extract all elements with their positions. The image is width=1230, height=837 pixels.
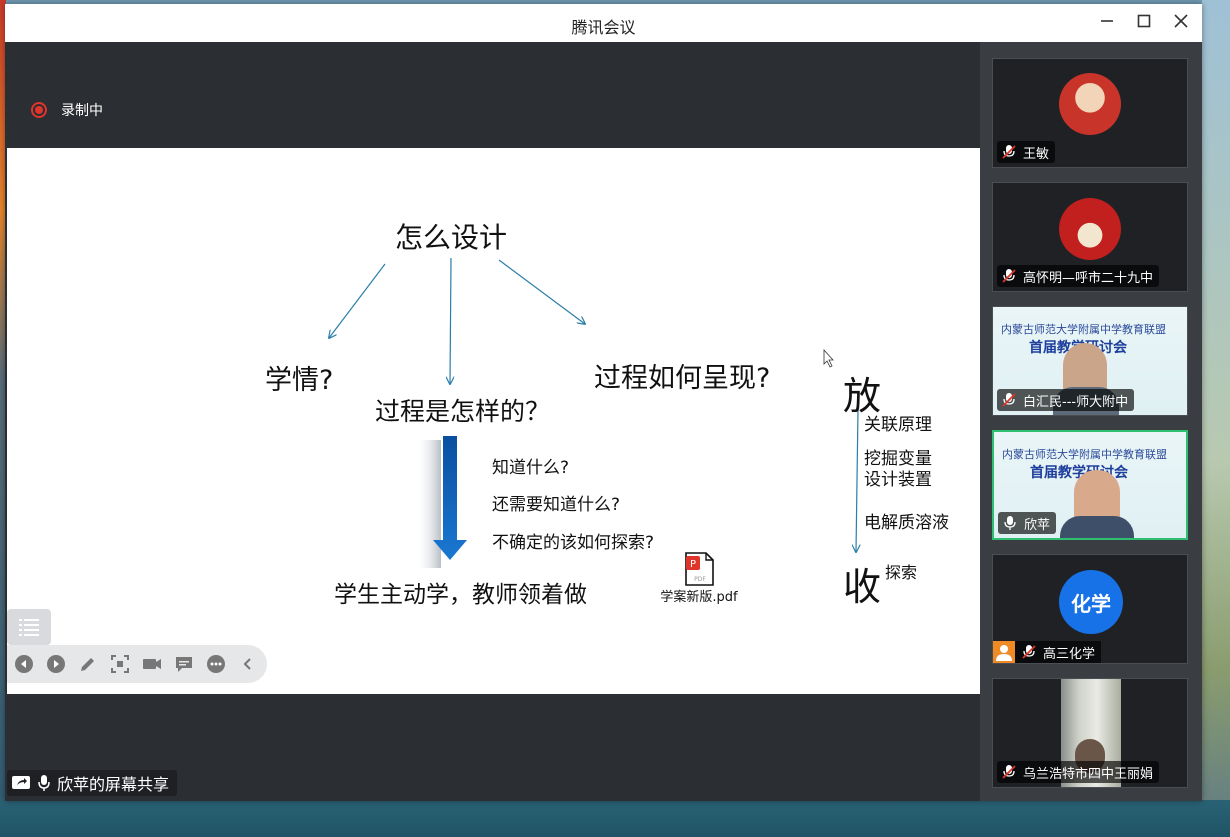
- arrow-to-presentation: [498, 259, 585, 324]
- muted-microphone-icon: [1002, 145, 1016, 159]
- participant-name-tag: 乌兰浩特市四中王丽娟: [997, 761, 1160, 783]
- slide-conclusion: 学生主动学，教师领着做: [334, 582, 587, 608]
- participant-name-tag: 欣苹: [998, 512, 1057, 534]
- recording-indicator: 录制中: [31, 100, 103, 120]
- record-icon: [31, 102, 47, 118]
- screenshot-icon[interactable]: [110, 654, 130, 674]
- previous-slide-icon[interactable]: [14, 654, 34, 674]
- slide-control-bar: [7, 645, 267, 683]
- minimize-button[interactable]: [1096, 12, 1118, 34]
- participant-name: 王敏: [1023, 146, 1050, 162]
- pdf-file-icon[interactable]: P PDF: [682, 552, 716, 586]
- participant-name: 白汇民---师大附中: [1023, 394, 1129, 410]
- shared-screen-stage: 录制中 怎么设计 学情? 过程是怎样的？ 过程如何呈现? 知道什么? 还需要知道…: [5, 42, 980, 801]
- participant-tile[interactable]: 高怀明—呼市二十九中: [992, 182, 1188, 292]
- branch-process: 过程是怎样的？: [375, 397, 551, 426]
- close-button[interactable]: [1170, 12, 1192, 34]
- participant-tile[interactable]: 王敏: [992, 58, 1188, 168]
- avatar: 化学: [1059, 570, 1123, 634]
- participant-name-tag: 高三化学: [993, 641, 1102, 663]
- question-2: 还需要知道什么?: [492, 495, 621, 515]
- branch-presentation: 过程如何呈现?: [594, 363, 771, 394]
- recording-label: 录制中: [61, 103, 103, 119]
- cursor-pointer: [823, 348, 834, 368]
- side-item-3: 电解质溶液: [864, 513, 949, 533]
- avatar: [1059, 73, 1121, 135]
- muted-microphone-icon: [1002, 269, 1016, 283]
- explore-label: 探索: [885, 563, 918, 582]
- muted-microphone-icon: [1002, 393, 1016, 407]
- arrow-to-learner: [329, 263, 386, 338]
- participant-name-tag: 白汇民---师大附中: [997, 389, 1135, 411]
- branch-learner: 学情?: [265, 365, 334, 396]
- screen-share-text: 欣苹的屏幕共享: [57, 775, 170, 794]
- desktop-background-bottom: [0, 800, 1230, 837]
- next-slide-icon[interactable]: [46, 654, 66, 674]
- user-icon: [993, 641, 1015, 663]
- big-arrow-shadow: [415, 440, 441, 568]
- side-item-1: 关联原理: [864, 415, 932, 435]
- participant-name: 高怀明—呼市二十九中: [1023, 270, 1154, 286]
- banner-line-1: 内蒙古师范大学附属中学教育联盟: [1002, 448, 1167, 461]
- svg-text:PDF: PDF: [694, 576, 706, 583]
- minimize-icon: [1101, 20, 1113, 22]
- participant-tile[interactable]: 化学 高三化学: [992, 554, 1188, 664]
- muted-microphone-icon: [1022, 645, 1036, 659]
- close-icon: [1174, 14, 1188, 28]
- fang-shou-arrow: [856, 409, 858, 552]
- participant-name-tag: 王敏: [997, 141, 1056, 163]
- meeting-window: 腾讯会议 录制中 怎么设计 学情? 过程是怎样的？ 过程如何呈现? 知道什么? …: [5, 4, 1202, 801]
- screen-share-label: 欣苹的屏幕共享: [7, 770, 178, 796]
- slide-heading: 怎么设计: [395, 221, 508, 254]
- collapse-chevron-icon[interactable]: [238, 654, 258, 674]
- participant-sidebar: 王敏 高怀明—呼市二十九中 内蒙古师范大学附属中学教育联盟 首届教学研讨会 白汇…: [980, 42, 1202, 801]
- desktop-background-right: [1202, 0, 1230, 837]
- more-icon[interactable]: [206, 654, 226, 674]
- participant-name: 欣苹: [1024, 517, 1051, 533]
- question-1: 知道什么?: [492, 458, 570, 478]
- list-icon: [19, 619, 39, 636]
- avatar: [1059, 198, 1121, 260]
- video-camera-icon[interactable]: [142, 654, 162, 674]
- side-item-2: 挖掘变量 设计装置: [864, 449, 932, 490]
- banner-line-1: 内蒙古师范大学附属中学教育联盟: [1001, 323, 1166, 336]
- participant-name: 乌兰浩特市四中王丽娟: [1023, 766, 1154, 782]
- participant-tile[interactable]: 乌兰浩特市四中王丽娟: [992, 678, 1188, 788]
- muted-microphone-icon: [1002, 765, 1016, 779]
- question-3: 不确定的该如何探索?: [492, 533, 655, 553]
- microphone-icon: [38, 775, 50, 791]
- pen-icon[interactable]: [78, 654, 98, 674]
- participant-tile-active-speaker[interactable]: 内蒙古师范大学附属中学教育联盟 首届教学研讨会 欣苹: [992, 430, 1188, 540]
- pdf-file-name[interactable]: 学案新版.pdf: [657, 590, 741, 606]
- arrow-to-process: [450, 257, 451, 384]
- maximize-icon: [1137, 14, 1151, 28]
- participant-tile[interactable]: 内蒙古师范大学附属中学教育联盟 首届教学研讨会 白汇民---师大附中: [992, 306, 1188, 416]
- screen-share-icon: [12, 776, 30, 789]
- chat-icon[interactable]: [174, 654, 194, 674]
- shou-label: 收: [843, 565, 882, 609]
- maximize-button[interactable]: [1133, 12, 1155, 34]
- participant-name: 高三化学: [1043, 646, 1096, 662]
- title-bar[interactable]: 腾讯会议: [5, 4, 1202, 42]
- presentation-slide: 怎么设计 学情? 过程是怎样的？ 过程如何呈现? 知道什么? 还需要知道什么? …: [7, 148, 980, 694]
- participant-name-tag: 高怀明—呼市二十九中: [997, 265, 1160, 287]
- slide-menu-button[interactable]: [7, 609, 51, 645]
- microphone-icon: [1004, 516, 1016, 530]
- svg-text:P: P: [690, 559, 696, 570]
- window-title: 腾讯会议: [571, 18, 636, 37]
